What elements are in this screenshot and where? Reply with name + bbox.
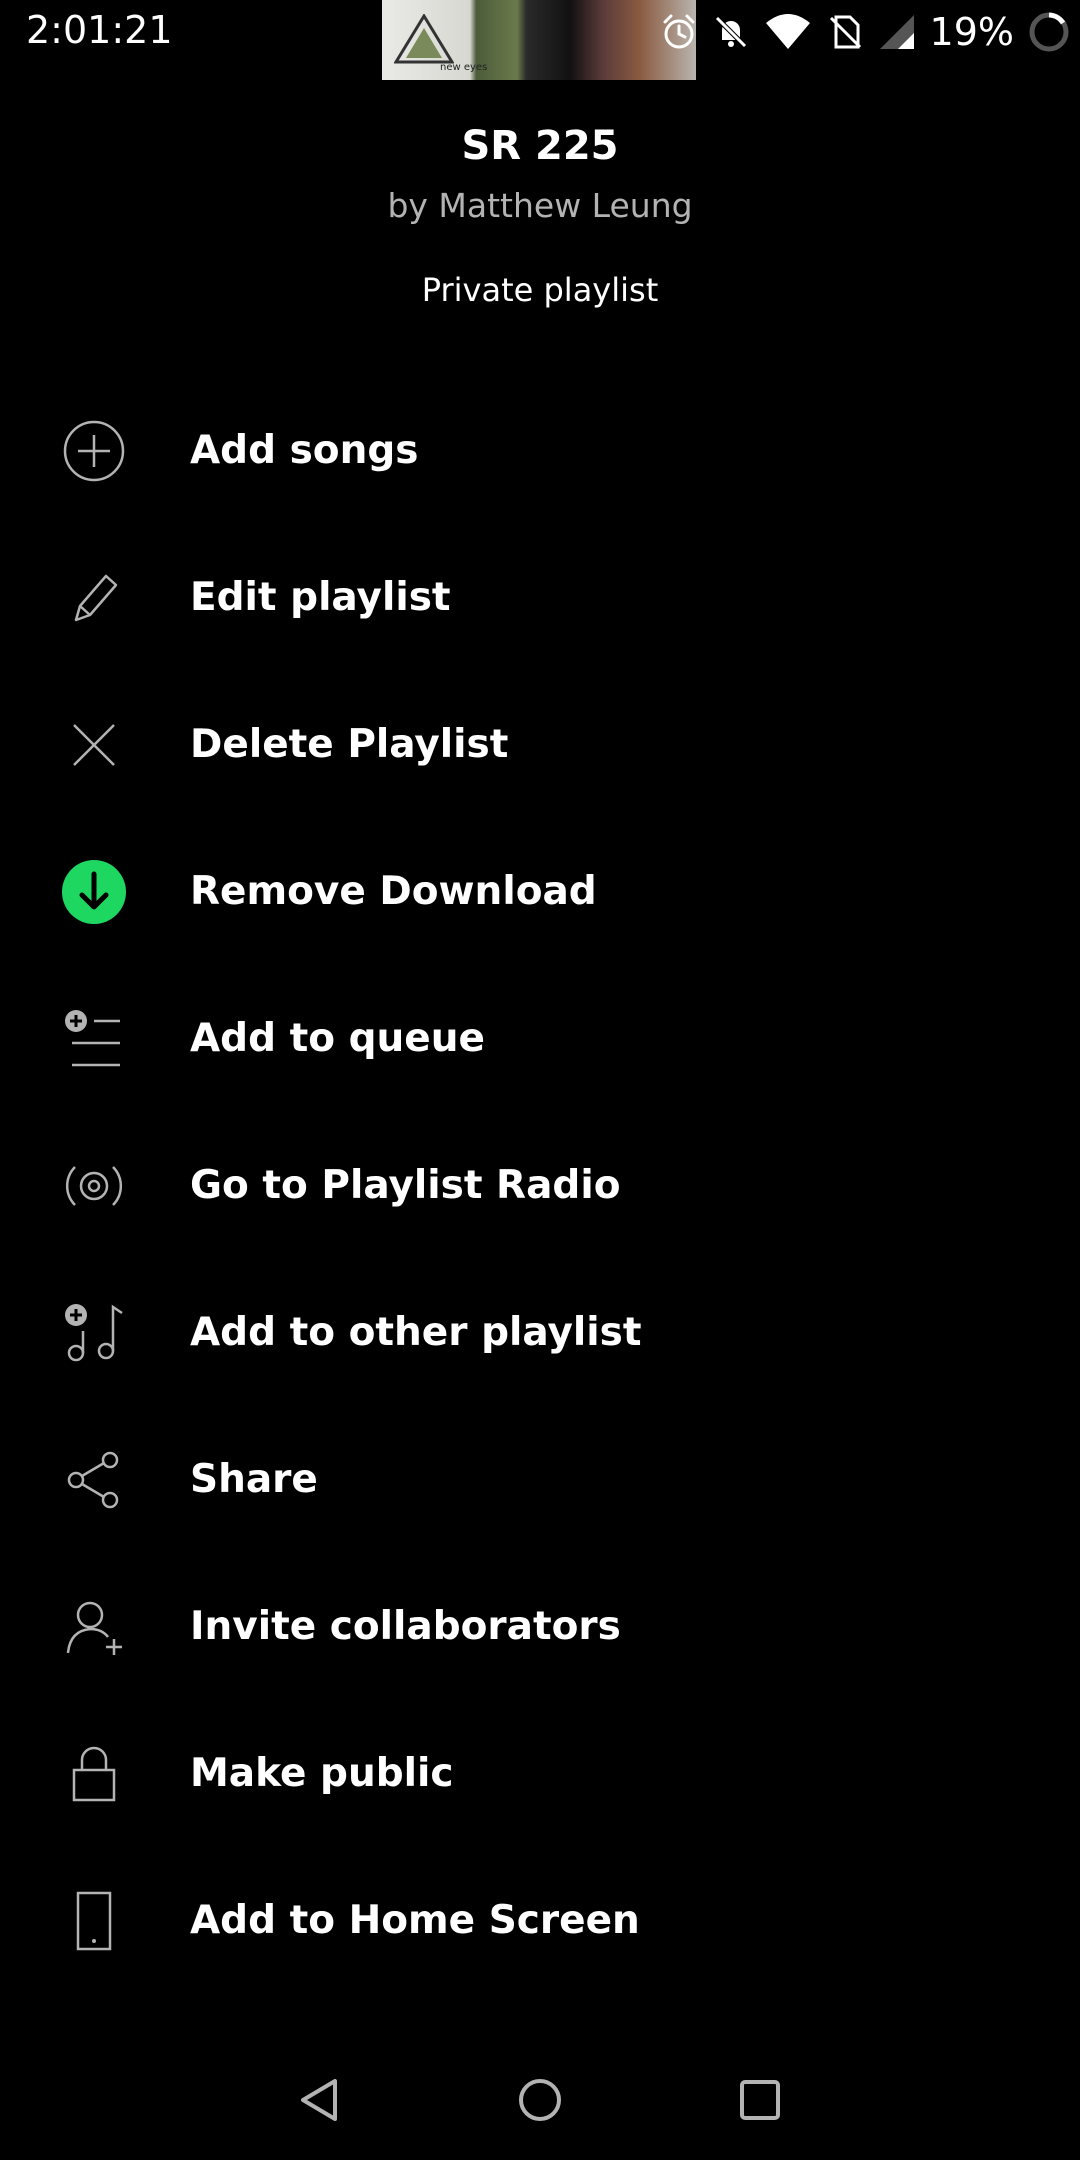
phone-icon (58, 1885, 130, 1957)
album-art-triangle-icon (394, 14, 454, 64)
menu-item-make-public[interactable]: Make public (0, 1700, 1080, 1847)
menu-item-add-songs[interactable]: Add songs (0, 377, 1080, 524)
menu-item-invite-collaborators[interactable]: Invite collaborators (0, 1553, 1080, 1700)
menu-item-label: Add to other playlist (190, 1310, 642, 1355)
menu-item-label: Remove Download (190, 869, 597, 914)
lock-icon (58, 1738, 130, 1810)
menu-item-edit-playlist[interactable]: Edit playlist (0, 524, 1080, 671)
menu-item-label: Add to Home Screen (190, 1898, 640, 1943)
battery-percent: 19% (929, 10, 1014, 54)
menu-item-label: Edit playlist (190, 575, 451, 620)
menu-item-label: Delete Playlist (190, 722, 509, 767)
album-art-thumbnail: new eyes (382, 0, 696, 80)
close-icon (58, 709, 130, 781)
menu-item-label: Share (190, 1457, 318, 1502)
add-to-playlist-icon (58, 1297, 130, 1369)
system-nav-bar (0, 2040, 1080, 2160)
battery-saver-icon (1028, 11, 1070, 53)
menu-item-label: Add to queue (190, 1016, 485, 1061)
share-icon (58, 1444, 130, 1516)
menu-item-add-to-queue[interactable]: Add to queue (0, 965, 1080, 1112)
radio-icon (58, 1150, 130, 1222)
menu-item-remove-download[interactable]: Remove Download (0, 818, 1080, 965)
menu-item-label: Go to Playlist Radio (190, 1163, 621, 1208)
back-icon[interactable] (288, 2068, 352, 2132)
menu-item-delete-playlist[interactable]: Delete Playlist (0, 671, 1080, 818)
menu-item-add-to-home-screen[interactable]: Add to Home Screen (0, 1847, 1080, 1994)
status-time: 2:01:21 (26, 8, 173, 52)
playlist-title: SR 225 (461, 123, 619, 169)
alarm-icon (660, 13, 698, 51)
menu-item-add-to-other-playlist[interactable]: Add to other playlist (0, 1259, 1080, 1406)
playlist-privacy: Private playlist (421, 271, 659, 309)
add-to-queue-icon (58, 1003, 130, 1075)
signal-icon (878, 13, 916, 51)
status-icons: 19% (660, 8, 1070, 56)
playlist-owner[interactable]: by Matthew Leung (0, 184, 1080, 228)
menu-item-label: Make public (190, 1751, 454, 1796)
menu-item-playlist-radio[interactable]: Go to Playlist Radio (0, 1112, 1080, 1259)
recents-icon[interactable] (728, 2068, 792, 2132)
wifi-icon (764, 13, 812, 51)
home-icon[interactable] (508, 2068, 572, 2132)
status-bar: 2:01:21 new eyes 19% (0, 0, 1080, 80)
album-art-caption: new eyes (440, 62, 488, 73)
menu-item-label: Add songs (190, 428, 419, 473)
menu-item-label: Invite collaborators (190, 1604, 621, 1649)
pencil-icon (58, 562, 130, 634)
add-circle-icon (58, 415, 130, 487)
playlist-header: SR 225 by Matthew Leung Private playlist (0, 118, 1080, 312)
downloaded-icon (58, 856, 130, 928)
context-menu: Add songs Edit playlist Delete Playlist … (0, 377, 1080, 1994)
menu-item-share[interactable]: Share (0, 1406, 1080, 1553)
no-sim-icon (826, 13, 864, 51)
add-user-icon (58, 1591, 130, 1663)
notifications-off-icon (712, 13, 750, 51)
